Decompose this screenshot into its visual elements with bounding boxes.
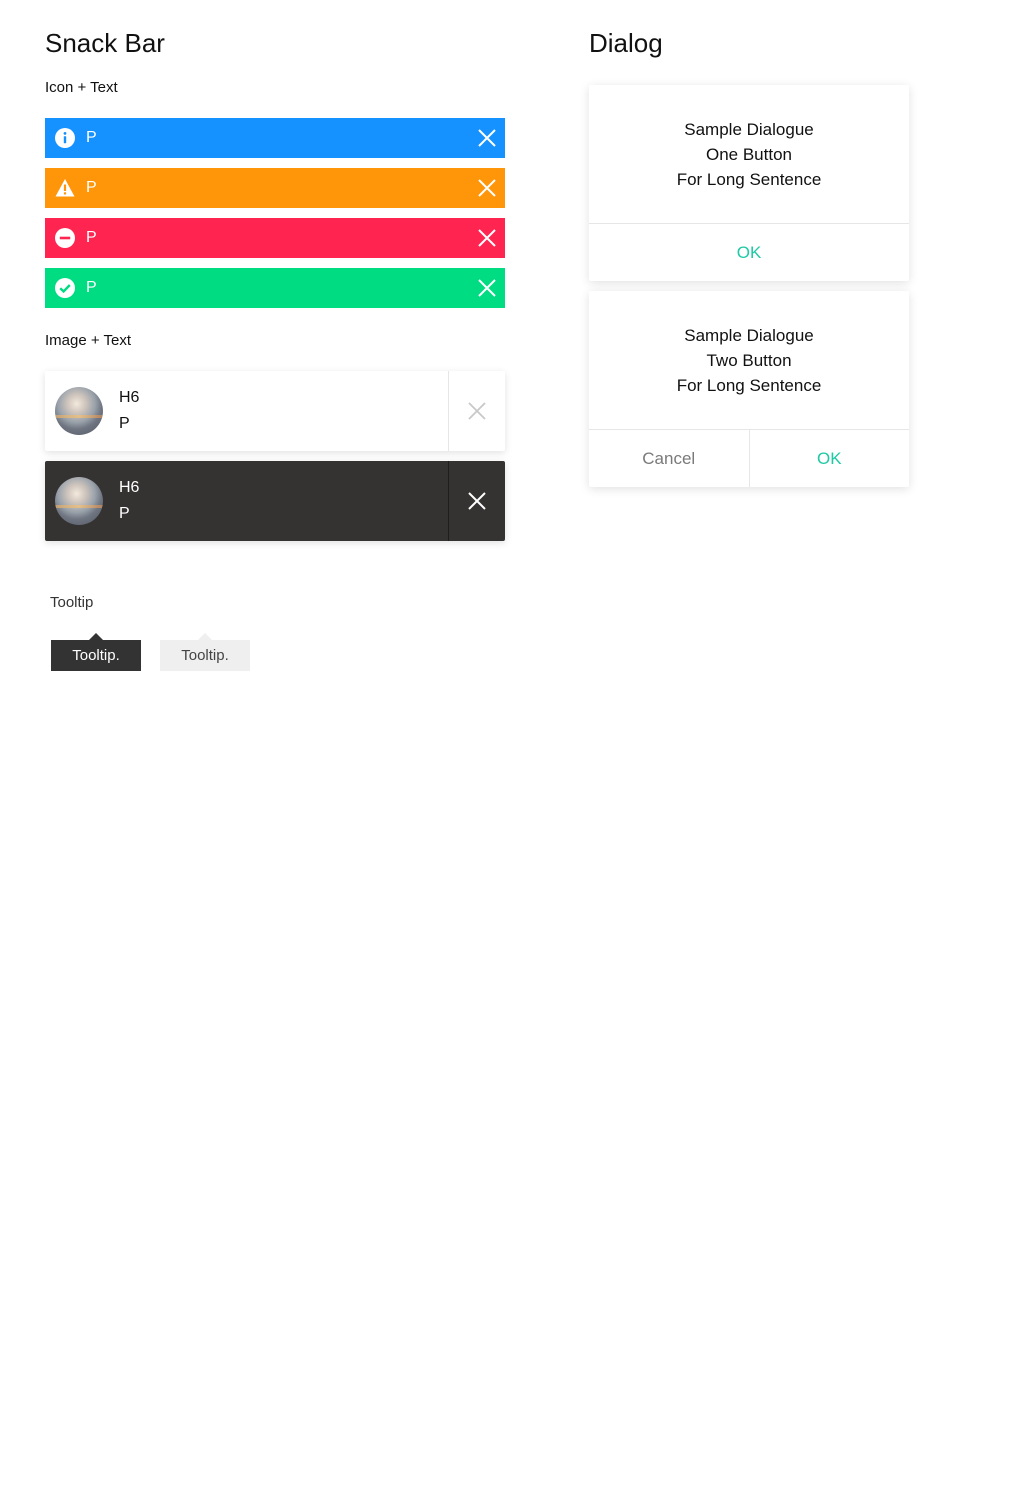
dialog-message: Sample Dialogue Two Button For Long Sent… xyxy=(589,291,909,430)
info-icon xyxy=(55,128,75,148)
snackbar-success-text: P xyxy=(86,279,97,296)
snackbar-text: P xyxy=(119,415,130,432)
dialog-message: Sample Dialogue One Button For Long Sent… xyxy=(589,85,909,224)
dialog-line: Sample Dialogue xyxy=(684,119,814,139)
close-icon[interactable] xyxy=(448,371,505,451)
dialog-two-button: Sample Dialogue Two Button For Long Sent… xyxy=(589,291,909,487)
tooltip-dark: Tooltip. xyxy=(51,633,141,671)
dialog-line: Two Button xyxy=(706,350,792,370)
snackbar-info-text: P xyxy=(86,129,97,146)
snackbar-text: P xyxy=(119,505,130,522)
snackbar-image-dark: H6 P xyxy=(45,461,505,541)
close-icon[interactable] xyxy=(476,177,498,199)
close-icon[interactable] xyxy=(448,461,505,541)
ok-button[interactable]: OK xyxy=(589,224,909,281)
dialog-one-button: Sample Dialogue One Button For Long Sent… xyxy=(589,85,909,281)
image-text-label: Image + Text xyxy=(45,332,132,349)
snackbar-heading: H6 xyxy=(119,479,140,496)
close-icon[interactable] xyxy=(476,127,498,149)
snackbar-warning-text: P xyxy=(86,179,97,196)
dialog-line: For Long Sentence xyxy=(676,375,822,395)
snackbar-image-light: H6 P xyxy=(45,371,505,451)
snackbar-error: P xyxy=(45,218,505,258)
dialog-line: For Long Sentence xyxy=(676,169,822,189)
cancel-button[interactable]: Cancel xyxy=(589,430,750,487)
snackbar-warning: P xyxy=(45,168,505,208)
snackbar-heading: H6 xyxy=(119,389,140,406)
snackbar-error-text: P xyxy=(86,229,97,246)
close-icon[interactable] xyxy=(476,227,498,249)
ok-button[interactable]: OK xyxy=(750,430,910,487)
snackbar-section-title: Snack Bar xyxy=(45,28,165,58)
snackbar-success: P xyxy=(45,268,505,308)
tooltip-light: Tooltip. xyxy=(160,633,250,671)
avatar xyxy=(55,387,103,435)
warning-icon xyxy=(55,178,75,198)
dialog-line: One Button xyxy=(705,144,792,164)
snackbar-info: P xyxy=(45,118,505,158)
icon-text-label: Icon + Text xyxy=(45,79,118,96)
dialog-line: Sample Dialogue xyxy=(684,325,814,345)
avatar xyxy=(55,477,103,525)
minus-circle-icon xyxy=(55,228,75,248)
tooltip-label: Tooltip xyxy=(50,594,94,611)
dialog-section-title: Dialog xyxy=(589,28,663,58)
close-icon[interactable] xyxy=(476,277,498,299)
check-circle-icon xyxy=(55,278,75,298)
